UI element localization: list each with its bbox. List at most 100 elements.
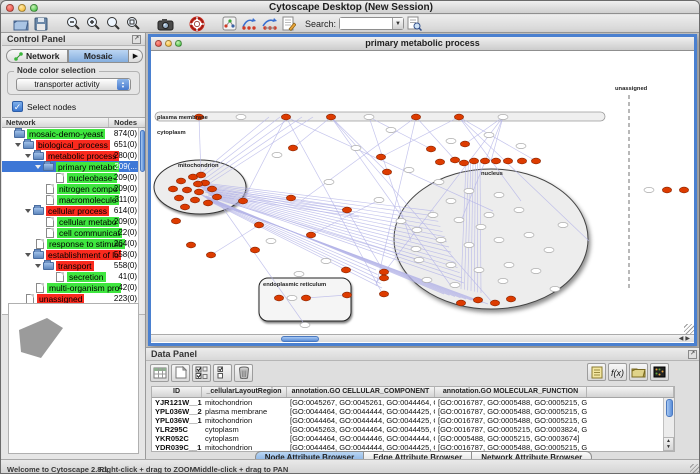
table-cell[interactable]: YJR121W__1 (152, 398, 202, 407)
graph-node-selected[interactable] (426, 146, 435, 152)
graph-node-selected[interactable] (250, 247, 259, 253)
graph-node[interactable] (404, 167, 414, 172)
table-cell[interactable]: mitochondrion (202, 416, 287, 425)
float-panel-icon[interactable]: ↗ (132, 35, 141, 44)
tree-column-network[interactable]: Network (2, 118, 109, 127)
table-cell[interactable]: [GO:0016787, GO:0005488, GO:0005215, G..… (435, 398, 587, 407)
graph-node-selected[interactable] (480, 158, 489, 164)
graph-node-selected[interactable] (206, 252, 215, 258)
graph-node-selected[interactable] (376, 154, 385, 160)
graph-node-selected[interactable] (301, 295, 310, 301)
graph-node-selected[interactable] (379, 275, 388, 281)
graph-node[interactable] (544, 247, 554, 252)
graph-node-selected[interactable] (473, 297, 482, 303)
frame-resize-grip[interactable] (684, 324, 694, 334)
graph-node[interactable] (514, 207, 524, 212)
graph-node[interactable] (287, 295, 297, 300)
table-cell[interactable]: YLR295C (152, 425, 202, 434)
table-cell[interactable]: [GO:0044464, GO:0044444, GO:0044425, G..… (287, 416, 435, 425)
annotation-button[interactable] (279, 15, 299, 32)
zoom-selected-button[interactable] (103, 15, 123, 32)
tree-scrollbar[interactable] (138, 128, 145, 315)
zoom-fit-button[interactable] (123, 15, 143, 32)
tree-row[interactable]: establishment of lo558(0) (2, 249, 145, 260)
graph-node-selected[interactable] (662, 187, 671, 193)
graph-node-selected[interactable] (469, 158, 478, 164)
graph-edge[interactable] (199, 117, 291, 183)
graph-node-selected[interactable] (281, 114, 290, 120)
expand-arrow-icon[interactable] (35, 165, 41, 169)
graph-node-selected[interactable] (254, 222, 263, 228)
graph-node[interactable] (494, 192, 504, 197)
table-column-header[interactable]: ID (152, 387, 202, 397)
graph-node-selected[interactable] (491, 158, 500, 164)
birdseye-view[interactable] (8, 303, 139, 454)
table-cell[interactable]: YPL036W__2 (152, 407, 202, 416)
table-cell[interactable]: [GO:0044464, GO:0044446, GO:0044444, G..… (287, 434, 435, 443)
tab-overflow-arrow[interactable]: ▶ (129, 49, 143, 63)
open-session-button[interactable] (11, 15, 31, 32)
graph-node-selected[interactable] (288, 145, 297, 151)
table-scrollbar-arrows[interactable]: ▲▼ (663, 437, 674, 451)
graph-node-selected[interactable] (238, 198, 247, 204)
graph-node[interactable] (396, 218, 406, 223)
import-attributes-button[interactable] (629, 363, 648, 381)
graph-node[interactable] (550, 286, 560, 291)
table-cell[interactable]: mitochondrion (202, 398, 287, 407)
attribute-matrix-button[interactable] (650, 363, 669, 381)
graph-node-selected[interactable] (379, 269, 388, 275)
tree-scrollbar-thumb[interactable] (140, 130, 145, 172)
table-row[interactable]: YKR052Ccytoplasm[GO:0044464, GO:0044446,… (152, 434, 674, 443)
expand-arrow-icon[interactable] (25, 209, 31, 213)
graph-node-selected[interactable] (456, 300, 465, 306)
tree-row[interactable]: cell communicat22(0) (2, 227, 145, 238)
graph-node-selected[interactable] (450, 157, 459, 163)
graph-node[interactable] (531, 268, 541, 273)
graph-edge[interactable] (459, 117, 536, 161)
graph-node[interactable] (474, 267, 484, 272)
graph-node-selected[interactable] (180, 204, 189, 210)
advanced-search-button[interactable] (404, 15, 424, 32)
search-dropdown-arrow[interactable]: ▼ (392, 18, 403, 29)
tree-row[interactable]: primary metabo209(... (2, 161, 145, 172)
graph-node-selected[interactable] (171, 218, 180, 224)
graph-node[interactable] (422, 277, 432, 282)
select-nodes-checkbox[interactable]: ✓ (12, 101, 23, 112)
graph-node-selected[interactable] (342, 292, 351, 298)
network-overview-button[interactable] (219, 15, 239, 32)
graph-node[interactable] (558, 222, 568, 227)
graph-node[interactable] (294, 271, 304, 276)
table-scrollbar-thumb[interactable] (666, 399, 673, 417)
table-row[interactable]: YPL036W__2plasma membrane[GO:0044464, GO… (152, 407, 674, 416)
expand-arrow-icon[interactable] (15, 143, 21, 147)
tree-row[interactable]: response to stimulu264(0) (2, 238, 145, 249)
graph-node-selected[interactable] (194, 189, 203, 195)
graph-node[interactable] (411, 246, 421, 251)
tree-row[interactable]: multi-organism pro42(0) (2, 282, 145, 293)
graph-node-selected[interactable] (435, 159, 444, 165)
graph-node-selected[interactable] (503, 158, 512, 164)
graph-node[interactable] (428, 212, 438, 217)
graph-node[interactable] (351, 145, 361, 150)
graph-node-selected[interactable] (326, 114, 335, 120)
window-resize-grip[interactable] (690, 464, 700, 474)
graph-node[interactable] (464, 188, 474, 193)
apply-layout-1-button[interactable] (239, 15, 259, 32)
graph-node[interactable] (494, 237, 504, 242)
graph-node-selected[interactable] (176, 178, 185, 184)
graph-node[interactable] (498, 278, 508, 283)
graph-node[interactable] (414, 257, 424, 262)
graph-node[interactable] (364, 114, 374, 119)
attribute-table-button[interactable] (150, 364, 169, 382)
table-scrollbar[interactable]: ▲▼ (663, 398, 674, 451)
tree-row[interactable]: nitrogen compo209(0) (2, 183, 145, 194)
table-row[interactable]: YLR295Ccytoplasm[GO:0045263, GO:0044464,… (152, 425, 674, 434)
tab-network[interactable]: Network (6, 49, 68, 63)
graph-node-selected[interactable] (186, 242, 195, 248)
graph-node[interactable] (446, 262, 456, 267)
graph-node-selected[interactable] (207, 186, 216, 192)
select-attributes-button[interactable] (192, 364, 211, 382)
graph-node[interactable] (272, 152, 282, 157)
table-column-header[interactable]: annotation.GO CELLULAR_COMPONENT (287, 387, 435, 397)
tree-row[interactable]: cellular metabo209(0) (2, 216, 145, 227)
